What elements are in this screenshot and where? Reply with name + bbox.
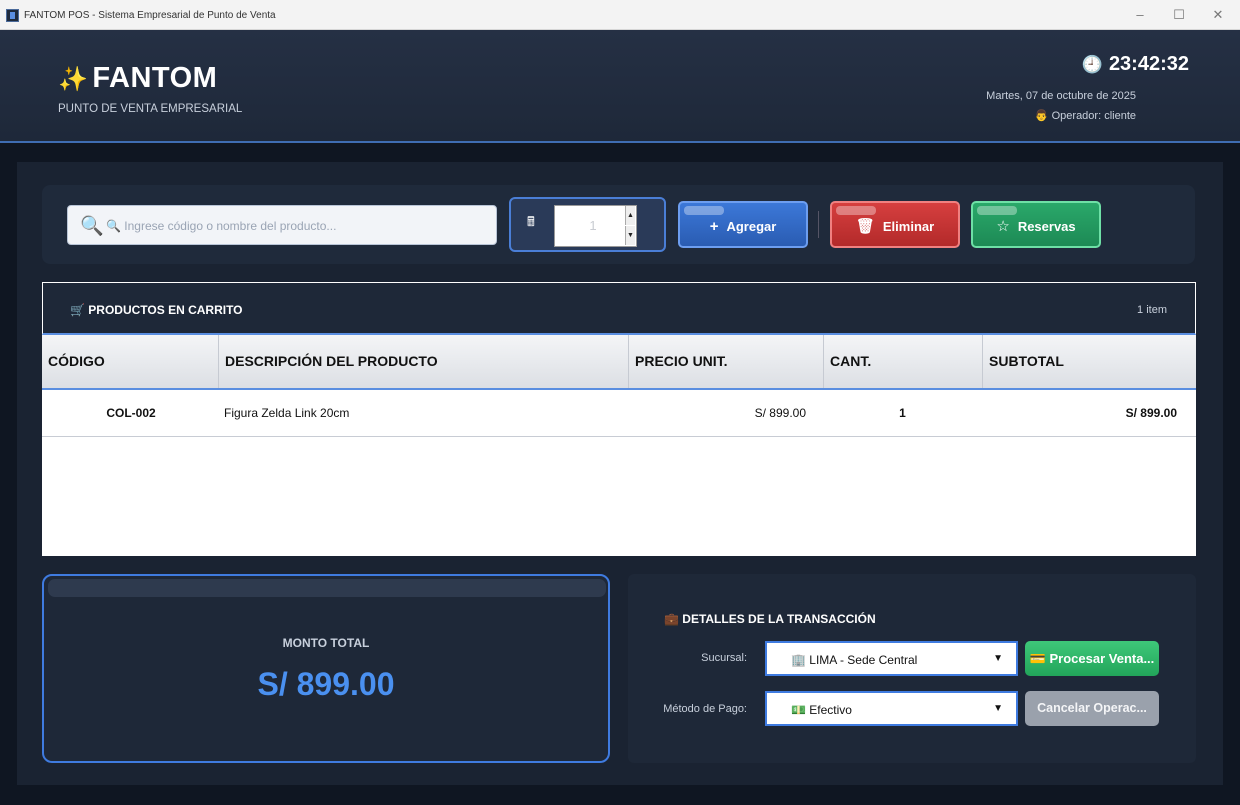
column-header-unit-price[interactable]: PRECIO UNIT.: [628, 335, 823, 388]
table-header: CÓDIGO DESCRIPCIÓN DEL PRODUCTO PRECIO U…: [42, 335, 1196, 390]
brand-subtitle: PUNTO DE VENTA EMPRESARIAL: [58, 103, 243, 115]
window-titlebar: FANTOM POS - Sistema Empresarial de Punt…: [0, 0, 1240, 30]
payment-method-value: 💵 Efectivo: [791, 703, 852, 717]
cell-subtotal: S/ 899.00: [1125, 406, 1177, 420]
trash-icon: 🗑: [855, 218, 875, 235]
cell-description: Figura Zelda Link 20cm: [224, 406, 350, 420]
chevron-down-icon: ▼: [993, 653, 1003, 664]
total-label: MONTO TOTAL: [282, 636, 370, 650]
cell-unit-price: S/ 899.00: [754, 406, 806, 420]
window-title: FANTOM POS - Sistema Empresarial de Punt…: [24, 10, 276, 21]
spin-up-icon[interactable]: ▲: [625, 206, 635, 225]
column-header-qty[interactable]: CANT.: [823, 335, 982, 388]
search-input[interactable]: 🔍 🔍 Ingrese código o nombre del producto…: [67, 205, 497, 245]
maximize-button[interactable]: ☐: [1161, 4, 1197, 26]
cart-title: 🛒 PRODUCTOS EN CARRITO: [70, 303, 243, 317]
total-panel: MONTO TOTAL S/ 899.00: [42, 574, 610, 763]
delete-label: Eliminar: [882, 219, 935, 234]
cart-panel: 🛒 PRODUCTOS EN CARRITO 1 item CÓDIGO DES…: [42, 282, 1196, 556]
total-value: S/ 899.00: [257, 666, 395, 702]
toolbar-divider: [818, 211, 819, 238]
brand-title: ✨ FANTOM: [58, 62, 217, 95]
delete-button[interactable]: 🗑 Eliminar: [830, 201, 960, 248]
calculator-icon: 🖩: [527, 214, 535, 229]
current-date: Martes, 07 de octubre de 2025: [986, 90, 1136, 102]
branch-value: 🏢 LIMA - Sede Central: [791, 653, 918, 667]
cart-header: 🛒 PRODUCTOS EN CARRITO 1 item: [42, 282, 1196, 335]
search-placeholder: 🔍 Ingrese código o nombre del producto..…: [106, 219, 337, 233]
details-title: 💼 DETALLES DE LA TRANSACCIÓN: [664, 612, 876, 626]
clock-time: 23:42:32: [1108, 53, 1189, 75]
add-label: Agregar: [726, 219, 777, 234]
brand-name: FANTOM: [92, 62, 218, 94]
cell-code: COL-002: [106, 406, 156, 420]
process-sale-button[interactable]: 💳 Procesar Venta...: [1025, 641, 1159, 676]
app-header: ✨ FANTOM PUNTO DE VENTA EMPRESARIAL 🕘 23:4…: [0, 30, 1240, 143]
plus-icon: +: [709, 218, 719, 235]
spin-down-icon[interactable]: ▼: [625, 226, 635, 245]
cancel-operation-button[interactable]: Cancelar Operac...: [1025, 691, 1159, 726]
column-header-subtotal[interactable]: SUBTOTAL: [982, 335, 1196, 388]
add-button[interactable]: + Agregar: [678, 201, 808, 248]
panel-highlight: [48, 579, 606, 597]
reservations-button[interactable]: ☆ Reservas: [971, 201, 1101, 248]
branch-label: Sucursal:: [701, 652, 747, 664]
quantity-box: 🖩 1 ▲ ▼: [509, 197, 666, 252]
operator-info: 👨 Operador: cliente: [1034, 110, 1136, 122]
clock: 🕘 23:42:32: [1082, 53, 1189, 76]
sparkle-icon: ✨: [58, 66, 89, 93]
column-header-code[interactable]: CÓDIGO: [42, 335, 218, 388]
quantity-value[interactable]: 1: [555, 218, 631, 233]
cart-item-count: 1 item: [1137, 304, 1167, 316]
payment-method-label: Método de Pago:: [663, 703, 747, 715]
bottom-strip: [0, 785, 1240, 805]
close-button[interactable]: ✕: [1200, 4, 1236, 26]
star-icon: ☆: [996, 218, 1010, 235]
table-row[interactable]: COL-002 Figura Zelda Link 20cm S/ 899.00…: [42, 390, 1196, 437]
branch-select[interactable]: 🏢 LIMA - Sede Central ▼: [765, 641, 1018, 676]
search-icon: 🔍: [80, 216, 104, 237]
minimize-button[interactable]: –: [1122, 4, 1158, 26]
chevron-down-icon: ▼: [993, 703, 1003, 714]
column-header-description[interactable]: DESCRIPCIÓN DEL PRODUCTO: [218, 335, 628, 388]
reservations-label: Reservas: [1017, 219, 1076, 234]
payment-method-select[interactable]: 💵 Efectivo ▼: [765, 691, 1018, 726]
quantity-stepper[interactable]: 1 ▲ ▼: [554, 205, 637, 247]
app-icon: [6, 9, 19, 22]
cell-qty: 1: [899, 406, 906, 420]
clock-icon: 🕘: [1081, 55, 1103, 74]
